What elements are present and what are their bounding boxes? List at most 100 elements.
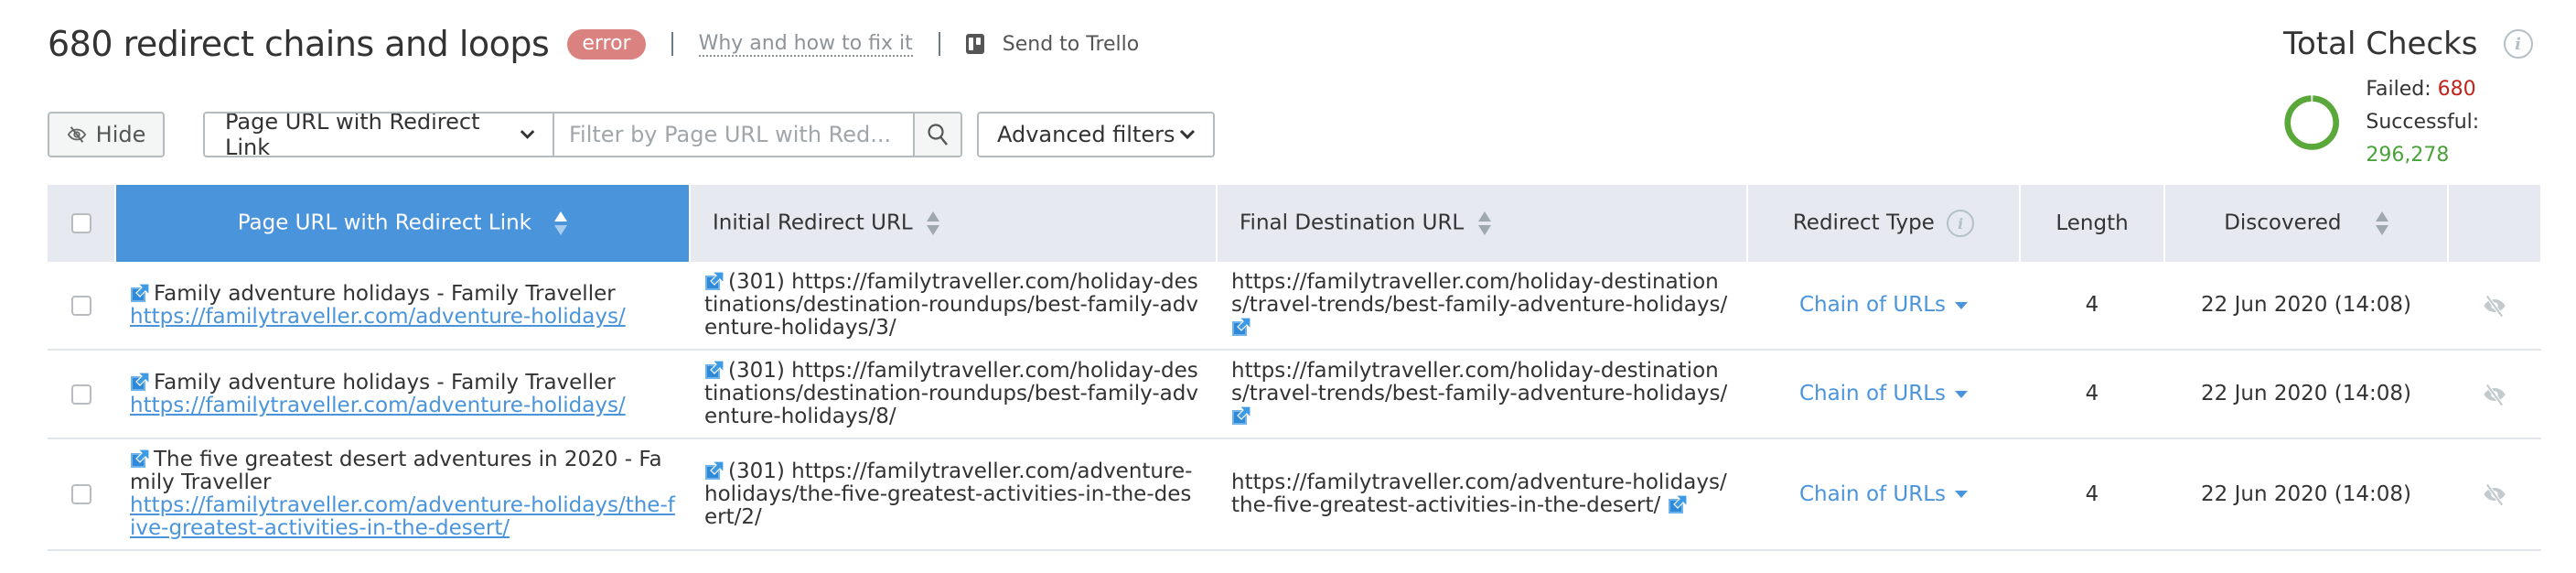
column-header-redirect-type: Redirect Type i: [1747, 185, 2021, 262]
divider: [938, 32, 940, 56]
column-header-length: Length: [2020, 185, 2165, 262]
column-label: Length: [2055, 211, 2129, 235]
initial-redirect-text: (301) https://familytraveller.com/holida…: [704, 359, 1198, 428]
hide-button[interactable]: Hide: [48, 112, 165, 157]
redirect-type-dropdown[interactable]: Chain of URLs: [1799, 293, 1969, 317]
eye-slash-icon[interactable]: [2481, 382, 2508, 407]
final-destination-cell: https://familytraveller.com/holiday-dest…: [1217, 262, 1747, 351]
column-header-discovered[interactable]: Discovered: [2164, 185, 2449, 262]
column-label: Initial Redirect URL: [713, 211, 913, 235]
hide-row-cell: [2448, 350, 2541, 439]
external-link-icon[interactable]: [130, 282, 150, 303]
select-all-checkbox[interactable]: [70, 213, 91, 233]
external-link-icon[interactable]: [130, 371, 150, 392]
external-link-icon[interactable]: [704, 459, 724, 481]
row-select-cell: [48, 262, 115, 351]
redirect-type-value: Chain of URLs: [1798, 481, 1947, 506]
send-to-trello-label: Send to Trello: [1002, 32, 1140, 56]
length-cell: 4: [2020, 262, 2164, 351]
discovered-cell: 22 Jun 2020 (14:08): [2164, 262, 2448, 351]
hide-row-cell: [2448, 438, 2541, 551]
checks-donut-chart: [2284, 95, 2339, 150]
send-to-trello-button[interactable]: Send to Trello: [965, 32, 1140, 56]
initial-redirect-cell: (301) https://familytraveller.com/advent…: [690, 438, 1217, 551]
successful-stat: Successful: 296,278: [2366, 106, 2558, 172]
row-checkbox[interactable]: [71, 384, 91, 405]
column-label: Page URL with Redirect Link: [237, 211, 531, 235]
table-row: The five greatest desert adventures in 2…: [48, 438, 2541, 551]
length-cell: 4: [2020, 438, 2164, 551]
caret-down-icon: [1955, 301, 1969, 309]
error-badge: error: [567, 28, 646, 59]
title-row: 680 redirect chains and loops error Why …: [48, 20, 1139, 68]
initial-redirect-text: (301) https://familytraveller.com/holida…: [704, 270, 1198, 340]
info-icon[interactable]: i: [2503, 29, 2533, 59]
filter-group: Page URL with Redirect Link: [203, 112, 962, 157]
sort-icon[interactable]: [1477, 211, 1491, 236]
row-checkbox[interactable]: [71, 484, 91, 504]
column-header-actions: [2448, 185, 2542, 262]
total-checks-title: Total Checks: [2283, 26, 2478, 62]
column-header-final-destination[interactable]: Final Destination URL: [1217, 185, 1748, 262]
row-select-cell: [48, 350, 115, 439]
failed-label: Failed:: [2366, 78, 2431, 101]
advanced-filters-label: Advanced filters: [997, 122, 1175, 147]
page-title-text: Family adventure holidays - Family Trave…: [154, 281, 616, 306]
page-url-link[interactable]: https://familytraveller.com/adventure-ho…: [130, 394, 626, 417]
final-destination-text: https://familytraveller.com/adventure-ho…: [1231, 470, 1727, 517]
sort-icon[interactable]: [2375, 211, 2388, 236]
redirect-type-dropdown[interactable]: Chain of URLs: [1799, 382, 1969, 405]
donut-success-arc: [2284, 95, 2339, 150]
column-label: Redirect Type: [1792, 211, 1935, 235]
page-url-cell: Family adventure holidays - Family Trave…: [115, 350, 690, 439]
filter-column-select[interactable]: Page URL with Redirect Link: [205, 114, 554, 156]
discovered-cell: 22 Jun 2020 (14:08): [2164, 350, 2448, 439]
filter-toolbar: Hide Page URL with Redirect Link Advance…: [48, 110, 1215, 159]
page-url-cell: The five greatest desert adventures in 2…: [115, 438, 690, 551]
initial-redirect-cell: (301) https://familytraveller.com/holida…: [690, 350, 1217, 439]
redirect-chains-table: Page URL with Redirect Link Initial Redi…: [48, 185, 2542, 551]
row-checkbox[interactable]: [71, 295, 91, 316]
column-header-page-url[interactable]: Page URL with Redirect Link: [115, 185, 691, 262]
final-destination-text: https://familytraveller.com/holiday-dest…: [1231, 270, 1728, 317]
redirect-type-cell: Chain of URLs: [1747, 262, 2020, 351]
external-link-icon[interactable]: [1231, 317, 1251, 337]
failed-stat: Failed: 680: [2366, 73, 2558, 106]
successful-value: 296,278: [2366, 144, 2450, 167]
eye-slash-icon: [67, 126, 86, 143]
chevron-down-icon: [1179, 129, 1196, 140]
final-destination-text: https://familytraveller.com/holiday-dest…: [1231, 359, 1728, 405]
page-url-cell: Family adventure holidays - Family Trave…: [115, 262, 690, 351]
final-destination-cell: https://familytraveller.com/adventure-ho…: [1217, 438, 1747, 551]
advanced-filters-button[interactable]: Advanced filters: [977, 112, 1215, 157]
search-button[interactable]: [913, 114, 961, 156]
why-and-how-to-fix-link[interactable]: Why and how to fix it: [698, 32, 913, 57]
info-icon[interactable]: i: [1947, 210, 1975, 237]
external-link-icon[interactable]: [1668, 494, 1688, 514]
eye-slash-icon[interactable]: [2481, 481, 2508, 507]
filter-input[interactable]: [554, 114, 913, 156]
page-url-link[interactable]: https://familytraveller.com/adventure-ho…: [130, 305, 626, 329]
external-link-icon[interactable]: [1231, 405, 1251, 426]
hide-row-cell: [2448, 262, 2541, 351]
table-row: Family adventure holidays - Family Trave…: [48, 262, 2541, 351]
hide-label: Hide: [95, 122, 146, 147]
eye-slash-icon[interactable]: [2481, 293, 2508, 319]
external-link-icon[interactable]: [704, 360, 724, 380]
external-link-icon[interactable]: [704, 271, 724, 291]
failed-value[interactable]: 680: [2438, 78, 2476, 101]
final-destination-cell: https://familytraveller.com/holiday-dest…: [1217, 350, 1747, 439]
page-title-text: The five greatest desert adventures in 2…: [130, 448, 662, 494]
initial-redirect-text: (301) https://familytraveller.com/advent…: [704, 459, 1193, 529]
column-header-initial-redirect[interactable]: Initial Redirect URL: [690, 185, 1218, 262]
page-url-link[interactable]: https://familytraveller.com/adventure-ho…: [130, 493, 675, 540]
redirect-type-dropdown[interactable]: Chain of URLs: [1798, 481, 1969, 506]
row-select-cell: [48, 438, 115, 551]
divider: [671, 32, 673, 56]
table-header-row: Page URL with Redirect Link Initial Redi…: [48, 185, 2542, 262]
caret-down-icon: [1955, 491, 1969, 498]
sort-icon[interactable]: [554, 211, 568, 236]
sort-icon[interactable]: [927, 211, 940, 236]
select-all-cell: [48, 185, 116, 262]
external-link-icon[interactable]: [130, 449, 150, 469]
